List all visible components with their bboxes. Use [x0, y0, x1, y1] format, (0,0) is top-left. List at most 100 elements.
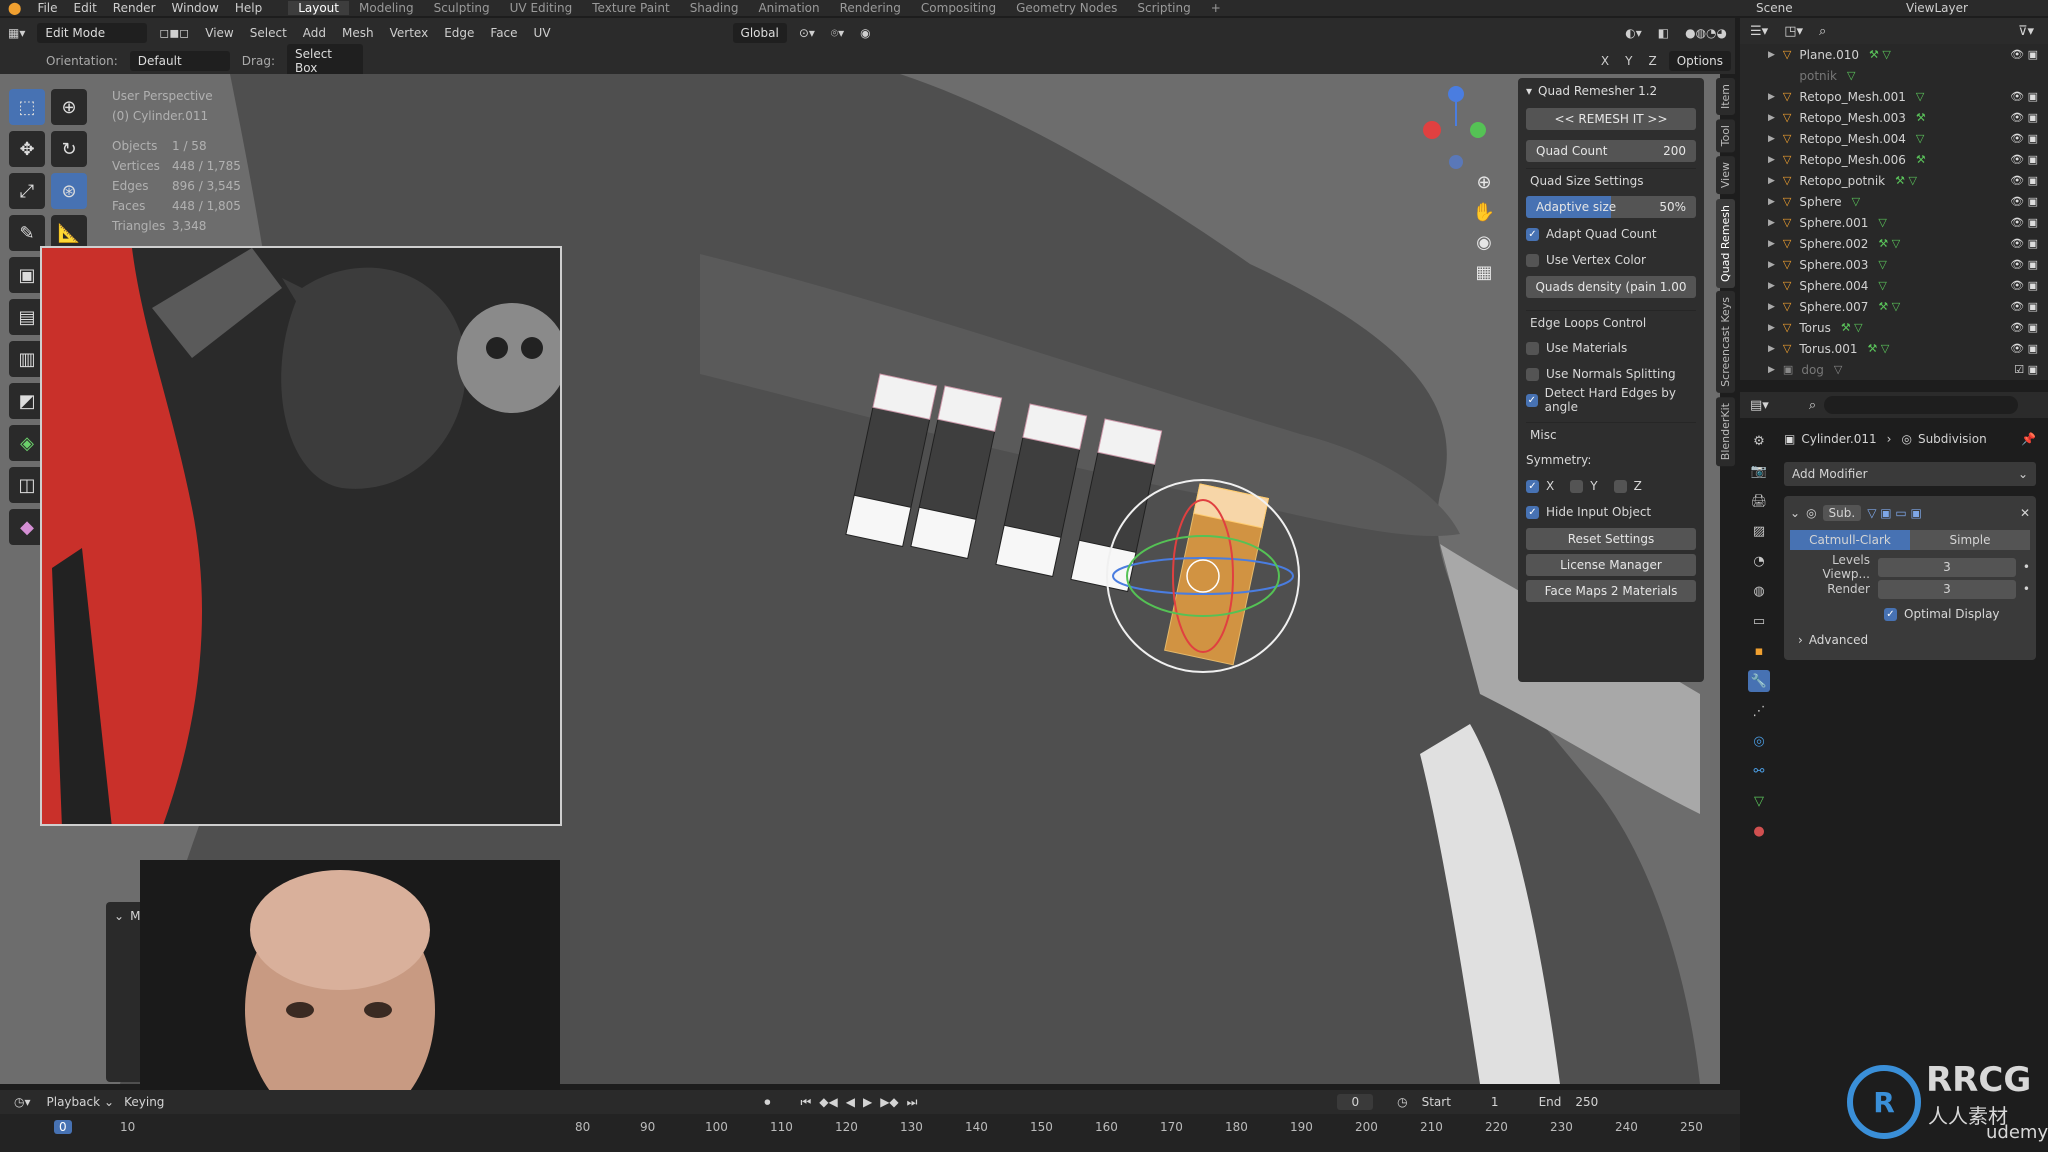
cursor-tool-icon[interactable]: ⊕: [51, 89, 87, 125]
tab-blenderkit[interactable]: BlenderKit: [1716, 397, 1735, 467]
menu-render[interactable]: Render: [105, 1, 164, 15]
select-box-tool-icon[interactable]: ⬚: [9, 89, 45, 125]
detect-hard-edges-checkbox[interactable]: ✓ Detect Hard Edges by angle: [1526, 386, 1696, 414]
visibility-eye-icon[interactable]: 👁 ▣: [2010, 258, 2038, 271]
menu-uv[interactable]: UV: [526, 23, 559, 43]
search-icon[interactable]: ⌕: [1819, 24, 1826, 39]
render-props-icon[interactable]: 📷: [1748, 460, 1770, 482]
particles-props-icon[interactable]: ⋰: [1748, 700, 1770, 722]
keying-menu[interactable]: Keying: [124, 1095, 164, 1109]
outliner-item[interactable]: ▶ ▣ dog ▽ ☑ ▣: [1740, 359, 2048, 380]
modifier-toggle-icons[interactable]: ▽ ▣ ▭ ▣: [1867, 506, 1922, 520]
outliner-item[interactable]: ▶ ▽ Retopo_Mesh.004 ▽ 👁 ▣: [1740, 128, 2048, 149]
visibility-eye-icon[interactable]: 👁 ▣: [2010, 153, 2038, 166]
use-vertex-color-checkbox[interactable]: Use Vertex Color: [1526, 248, 1696, 272]
outliner-item[interactable]: ▶ ▽ Retopo_potnik ⚒ ▽ 👁 ▣: [1740, 170, 2048, 191]
add-modifier-dropdown[interactable]: Add Modifier ⌄: [1784, 462, 2036, 486]
visibility-eye-icon[interactable]: 👁 ▣: [2010, 321, 2038, 334]
add-workspace-icon[interactable]: +: [1201, 1, 1231, 15]
tab-item[interactable]: Item: [1716, 78, 1735, 116]
blender-logo-icon[interactable]: ⬤: [0, 1, 29, 15]
overlay-icon[interactable]: ◐▾: [1617, 23, 1650, 43]
material-props-icon[interactable]: ●: [1748, 820, 1770, 842]
menu-mesh[interactable]: Mesh: [334, 23, 382, 43]
collection-checkbox-icon[interactable]: ☑ ▣: [2014, 363, 2038, 376]
properties-search-field[interactable]: [1824, 396, 2018, 414]
rotate-tool-icon[interactable]: ↻: [51, 131, 87, 167]
quad-count-field[interactable]: Quad Count 200: [1526, 140, 1696, 162]
menu-vertex[interactable]: Vertex: [382, 23, 437, 43]
visibility-eye-icon[interactable]: 👁 ▣: [2010, 48, 2038, 61]
filter-icon[interactable]: ⊽▾: [2018, 24, 2034, 39]
data-props-icon[interactable]: ▽: [1748, 790, 1770, 812]
outliner-item[interactable]: ▶ ▽ Retopo_Mesh.003 ⚒ 👁 ▣: [1740, 107, 2048, 128]
visibility-eye-icon[interactable]: 👁 ▣: [2010, 111, 2038, 124]
menu-help[interactable]: Help: [227, 1, 270, 15]
menu-add[interactable]: Add: [295, 23, 334, 43]
visibility-eye-icon[interactable]: 👁 ▣: [2010, 342, 2038, 355]
visibility-eye-icon[interactable]: 👁 ▣: [2010, 279, 2038, 292]
chevron-down-icon[interactable]: ⌄: [114, 909, 124, 923]
start-field[interactable]: 1: [1491, 1095, 1499, 1109]
outliner-item[interactable]: ▶ ▽ Retopo_Mesh.006 ⚒ 👁 ▣: [1740, 149, 2048, 170]
pin-icon[interactable]: 📌: [2021, 432, 2036, 446]
modifier-props-icon[interactable]: 🔧: [1748, 670, 1770, 692]
symmetry-z-checkbox[interactable]: Z: [1613, 474, 1642, 498]
mirror-y[interactable]: Y: [1617, 51, 1640, 71]
scene-name[interactable]: Scene: [1748, 1, 1898, 15]
outliner-item[interactable]: ▶ ▽ Retopo_Mesh.001 ▽ 👁 ▣: [1740, 86, 2048, 107]
end-field[interactable]: 250: [1575, 1095, 1598, 1109]
tab-screencast-keys[interactable]: Screencast Keys: [1716, 291, 1735, 394]
orientation-dropdown[interactable]: Default: [129, 51, 230, 71]
outliner-item[interactable]: ▶ ▽ Sphere.001 ▽ 👁 ▣: [1740, 212, 2048, 233]
mode-dropdown[interactable]: Edit Mode: [37, 23, 148, 43]
visibility-eye-icon[interactable]: 👁 ▣: [2010, 300, 2038, 313]
menu-edit[interactable]: Edit: [66, 1, 105, 15]
tab-rendering[interactable]: Rendering: [830, 1, 911, 15]
play-reverse-icon[interactable]: ◀: [846, 1095, 855, 1109]
tab-layout[interactable]: Layout: [288, 1, 349, 15]
menu-view[interactable]: View: [197, 23, 241, 43]
move-tool-icon[interactable]: ✥: [9, 131, 45, 167]
tab-texture-paint[interactable]: Texture Paint: [582, 1, 679, 15]
properties-editor-icon[interactable]: ▤▾: [1750, 398, 1769, 413]
view-layer-props-icon[interactable]: ▨: [1748, 520, 1770, 542]
visibility-eye-icon[interactable]: 👁 ▣: [2010, 195, 2038, 208]
reset-settings-button[interactable]: Reset Settings: [1526, 528, 1696, 550]
menu-select[interactable]: Select: [242, 23, 295, 43]
modifier-short-name[interactable]: Sub.: [1822, 505, 1862, 521]
license-manager-button[interactable]: License Manager: [1526, 554, 1696, 576]
current-frame-field[interactable]: 0: [1337, 1094, 1374, 1110]
symmetry-y-checkbox[interactable]: Y: [1570, 474, 1598, 498]
tab-tool[interactable]: Tool: [1716, 119, 1735, 153]
face-maps-button[interactable]: Face Maps 2 Materials: [1526, 580, 1696, 602]
use-materials-checkbox[interactable]: Use Materials: [1526, 336, 1696, 360]
visibility-eye-icon[interactable]: 👁 ▣: [2010, 132, 2038, 145]
object-props-icon[interactable]: ▪: [1748, 640, 1770, 662]
tab-compositing[interactable]: Compositing: [911, 1, 1006, 15]
quads-density-field[interactable]: Quads density (pain 1.00: [1526, 276, 1696, 298]
perspective-toggle-icon[interactable]: ▦: [1470, 262, 1498, 292]
outliner-item[interactable]: ▶ ▽ Sphere.003 ▽ 👁 ▣: [1740, 254, 2048, 275]
playback-menu[interactable]: Playback: [47, 1095, 101, 1109]
jump-start-icon[interactable]: ⏮: [800, 1095, 811, 1110]
adapt-quad-count-checkbox[interactable]: ✓ Adapt Quad Count: [1526, 222, 1696, 246]
menu-face[interactable]: Face: [482, 23, 525, 43]
timeline-editor-icon[interactable]: ◷▾: [14, 1095, 31, 1109]
world-props-icon[interactable]: ◍: [1748, 580, 1770, 602]
outliner-item[interactable]: ▶ ▽ Sphere.007 ⚒ ▽ 👁 ▣: [1740, 296, 2048, 317]
menu-file[interactable]: File: [29, 1, 65, 15]
simple-button[interactable]: Simple: [1910, 530, 2030, 550]
pan-hand-icon[interactable]: ✋: [1470, 202, 1498, 232]
outliner-item[interactable]: ▶ ▽ Torus.001 ⚒ ▽ 👁 ▣: [1740, 338, 2048, 359]
levels-viewport-field[interactable]: 3: [1878, 557, 2016, 577]
advanced-subpanel[interactable]: › Advanced: [1798, 628, 2022, 652]
pivot-icon[interactable]: ⊙▾: [791, 23, 823, 43]
render-levels-field[interactable]: 3: [1878, 579, 2016, 599]
jump-end-icon[interactable]: ⏭: [907, 1095, 918, 1110]
tab-sculpting[interactable]: Sculpting: [424, 1, 500, 15]
transform-orientation-dropdown[interactable]: Global: [732, 23, 787, 43]
catmull-clark-button[interactable]: Catmull-Clark: [1790, 530, 1910, 550]
tab-animation[interactable]: Animation: [748, 1, 829, 15]
zoom-icon[interactable]: ⊕: [1470, 172, 1498, 202]
